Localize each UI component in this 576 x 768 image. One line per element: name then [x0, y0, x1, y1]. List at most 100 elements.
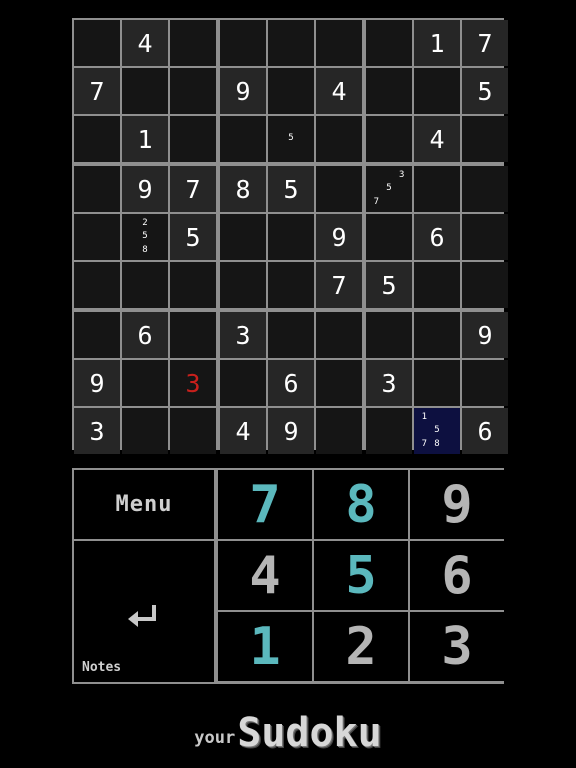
sudoku-cell[interactable]	[414, 166, 460, 212]
sudoku-cell[interactable]	[462, 166, 508, 212]
cell-digit: 5	[477, 76, 493, 106]
sudoku-cell[interactable]: 5	[462, 68, 508, 114]
sudoku-cell[interactable]	[414, 312, 460, 358]
sudoku-cell[interactable]: 6	[414, 214, 460, 260]
sudoku-cell[interactable]: 7	[462, 20, 508, 66]
sudoku-cell[interactable]: 1578	[414, 408, 460, 454]
digit-key-2[interactable]: 2	[314, 612, 408, 681]
sudoku-cell[interactable]: 5	[268, 166, 314, 212]
digit-key-7[interactable]: 7	[218, 470, 312, 539]
sudoku-cell[interactable]: 7	[316, 262, 362, 308]
sudoku-cell[interactable]	[122, 408, 168, 454]
sudoku-cell[interactable]: 2 5 8	[122, 214, 168, 260]
sudoku-cell[interactable]: 6	[462, 408, 508, 454]
sudoku-cell[interactable]: 9	[122, 166, 168, 212]
sudoku-cell[interactable]	[220, 20, 266, 66]
digit-key-1[interactable]: 1	[218, 612, 312, 681]
sudoku-cell[interactable]: 4	[122, 20, 168, 66]
sudoku-cell[interactable]	[462, 360, 508, 406]
sudoku-cell[interactable]: 3	[74, 408, 120, 454]
sudoku-cell[interactable]	[220, 214, 266, 260]
sudoku-cell[interactable]	[268, 20, 314, 66]
enter-notes-button[interactable]: Notes	[74, 541, 214, 682]
sudoku-cell[interactable]	[366, 20, 412, 66]
cell-digit: 9	[89, 368, 105, 398]
sudoku-cell[interactable]: 7	[74, 68, 120, 114]
sudoku-cell[interactable]	[414, 262, 460, 308]
sudoku-cell[interactable]: 6	[122, 312, 168, 358]
cell-digit: 1	[137, 124, 153, 154]
sudoku-cell[interactable]	[462, 262, 508, 308]
sudoku-cell[interactable]	[268, 68, 314, 114]
digit-key-3[interactable]: 3	[410, 612, 504, 681]
sudoku-cell[interactable]	[74, 20, 120, 66]
sudoku-cell[interactable]: 4	[414, 116, 460, 162]
sudoku-cell[interactable]	[74, 166, 120, 212]
sudoku-cell[interactable]	[122, 360, 168, 406]
sudoku-cell[interactable]	[268, 214, 314, 260]
sudoku-cell[interactable]	[170, 408, 216, 454]
sudoku-cell[interactable]	[268, 262, 314, 308]
sudoku-cell[interactable]	[74, 312, 120, 358]
note-digit: 5	[142, 231, 148, 242]
note-digit: 5	[288, 133, 294, 144]
sudoku-cell[interactable]	[366, 68, 412, 114]
sudoku-cell[interactable]: 9	[316, 214, 362, 260]
sudoku-cell[interactable]: 4	[316, 68, 362, 114]
sudoku-cell[interactable]	[170, 116, 216, 162]
sudoku-cell[interactable]	[366, 214, 412, 260]
sudoku-cell[interactable]: 4	[220, 408, 266, 454]
sudoku-cell[interactable]: 3	[220, 312, 266, 358]
sudoku-cell[interactable]: 9	[74, 360, 120, 406]
sudoku-cell[interactable]	[170, 68, 216, 114]
sudoku-cell[interactable]	[366, 116, 412, 162]
sudoku-cell[interactable]: 357	[366, 166, 412, 212]
sudoku-cell[interactable]: 3	[170, 360, 216, 406]
sudoku-cell[interactable]	[220, 116, 266, 162]
digit-key-5[interactable]: 5	[314, 541, 408, 610]
sudoku-cell[interactable]: 9	[268, 408, 314, 454]
menu-button[interactable]: Menu	[74, 470, 214, 539]
sudoku-cell[interactable]	[74, 262, 120, 308]
digit-key-6[interactable]: 6	[410, 541, 504, 610]
sudoku-cell[interactable]	[220, 360, 266, 406]
sudoku-cell[interactable]	[122, 68, 168, 114]
sudoku-cell[interactable]	[414, 68, 460, 114]
sudoku-cell[interactable]: 7	[170, 166, 216, 212]
sudoku-cell[interactable]	[220, 262, 266, 308]
sudoku-cell[interactable]: 1	[414, 20, 460, 66]
sudoku-cell[interactable]	[366, 312, 412, 358]
sudoku-cell[interactable]	[316, 116, 362, 162]
sudoku-cell[interactable]	[366, 408, 412, 454]
sudoku-cell[interactable]	[170, 20, 216, 66]
sudoku-cell[interactable]: 5	[170, 214, 216, 260]
sudoku-cell[interactable]	[122, 262, 168, 308]
sudoku-cell[interactable]	[316, 360, 362, 406]
sudoku-cell[interactable]: 5	[366, 262, 412, 308]
sudoku-cell[interactable]	[268, 312, 314, 358]
sudoku-cell[interactable]	[316, 312, 362, 358]
note-digit	[395, 196, 408, 209]
sudoku-cell[interactable]: 3	[366, 360, 412, 406]
digit-key-8[interactable]: 8	[314, 470, 408, 539]
logo-sudoku-text: Sudoku	[237, 710, 382, 756]
sudoku-cell[interactable]: 9	[462, 312, 508, 358]
digit-key-9[interactable]: 9	[410, 470, 504, 539]
note-digit	[297, 132, 310, 145]
digit-key-4[interactable]: 4	[218, 541, 312, 610]
sudoku-cell[interactable]	[74, 116, 120, 162]
sudoku-cell[interactable]	[462, 214, 508, 260]
sudoku-cell[interactable]	[316, 20, 362, 66]
sudoku-cell[interactable]: 8	[220, 166, 266, 212]
sudoku-cell[interactable]	[74, 214, 120, 260]
sudoku-cell[interactable]	[414, 360, 460, 406]
sudoku-cell[interactable]	[170, 312, 216, 358]
sudoku-cell[interactable]	[316, 408, 362, 454]
sudoku-cell[interactable]: 5	[268, 116, 314, 162]
sudoku-cell[interactable]	[170, 262, 216, 308]
sudoku-cell[interactable]: 9	[220, 68, 266, 114]
sudoku-cell[interactable]: 1	[122, 116, 168, 162]
sudoku-cell[interactable]	[462, 116, 508, 162]
sudoku-cell[interactable]: 6	[268, 360, 314, 406]
sudoku-cell[interactable]	[316, 166, 362, 212]
